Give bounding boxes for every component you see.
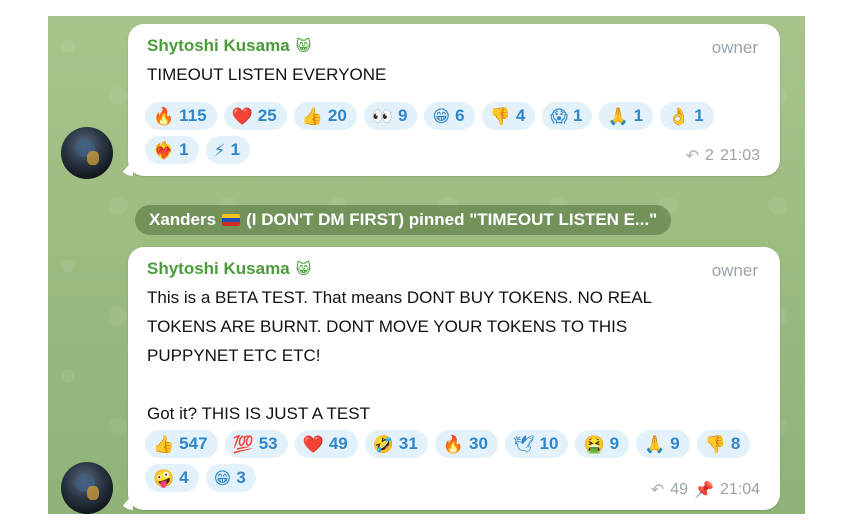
reaction-emoji-icon: 😱 (550, 106, 569, 126)
reply-count[interactable]: 49 (670, 481, 688, 499)
reaction-count: 53 (258, 434, 278, 453)
reaction-chip[interactable]: ❤️ 25 (223, 102, 287, 130)
sender-name[interactable]: Shytoshi Kusama 😸 (147, 259, 311, 279)
reaction-count: 547 (179, 434, 208, 453)
message-bubble[interactable]: Shytoshi Kusama 😸 owner This is a BETA T… (119, 247, 780, 510)
reaction-emoji-icon: 👍 (153, 434, 175, 454)
reaction-emoji-icon: 👌 (668, 106, 690, 126)
chat-area: Shytoshi Kusama 😸 owner TIMEOUT LISTEN E… (48, 16, 805, 514)
pinned-service-message[interactable]: Xanders (I DON'T DM FIRST) pinned "TIMEO… (135, 205, 672, 235)
venezuela-flag-icon (222, 214, 241, 226)
reaction-emoji-icon: 🤪 (153, 468, 175, 488)
reaction-chip[interactable]: 🔥 30 (434, 430, 498, 458)
reaction-emoji-icon: 🙏 (644, 434, 666, 454)
reactions-row: 🔥 115 ❤️ 25 👍 20 👀 9 😁 6 👎 4 😱 1 🙏 1 👌 1 ❤️‍🔥 1 ⚡ 1 (145, 102, 765, 164)
service-user-name[interactable]: Xanders (149, 210, 216, 230)
reaction-emoji-icon: ❤️ (231, 106, 253, 126)
reaction-count: 1 (633, 106, 644, 125)
reaction-emoji-icon: 🕊 (512, 434, 535, 454)
avatar-art (87, 486, 99, 500)
sender-emoji: 😸 (295, 38, 312, 55)
reaction-emoji-icon: 👎 (704, 434, 726, 454)
bubble-tail (119, 160, 133, 176)
reaction-emoji-icon: ❤️ (302, 434, 324, 454)
reaction-chip[interactable]: ❤️‍🔥 1 (145, 136, 199, 164)
reaction-chip[interactable]: 👎 4 (481, 102, 536, 130)
reaction-count: 9 (609, 434, 620, 453)
reaction-emoji-icon: 🙏 (607, 106, 629, 126)
message-time: 21:04 (719, 481, 760, 498)
reaction-emoji-icon: 🤣 (372, 434, 394, 454)
sender-name-text[interactable]: Shytoshi Kusama (147, 36, 290, 56)
reaction-count: 3 (236, 468, 246, 487)
message-time: 21:03 (719, 147, 760, 164)
reaction-chip[interactable]: 🙏 1 (599, 102, 654, 130)
reaction-count: 4 (515, 106, 526, 125)
reaction-count: 10 (539, 434, 559, 453)
reaction-emoji-icon: 😁 (213, 468, 232, 488)
reaction-chip[interactable]: 🔥 115 (145, 102, 217, 130)
reaction-count: 8 (730, 434, 741, 453)
reaction-emoji-icon: 👍 (301, 106, 323, 126)
reaction-count: 1 (694, 106, 704, 125)
bubble-tail (119, 494, 133, 510)
reply-count[interactable]: 2 (705, 147, 714, 165)
reaction-chip[interactable]: 😁 6 (424, 102, 475, 130)
reaction-count: 1 (230, 140, 241, 159)
reaction-emoji-icon: 🔥 (153, 106, 175, 126)
reaction-emoji-icon: ❤️‍🔥 (153, 140, 175, 160)
reaction-emoji-icon: 😁 (432, 106, 451, 126)
reaction-count: 6 (455, 106, 465, 125)
reaction-chip[interactable]: 👌 1 (660, 102, 714, 130)
reaction-chip[interactable]: 😱 1 (542, 102, 593, 130)
reaction-count: 30 (469, 434, 488, 453)
sender-name-text[interactable]: Shytoshi Kusama (147, 259, 290, 279)
reaction-count: 49 (328, 434, 348, 453)
reaction-emoji-icon: 🔥 (442, 434, 464, 454)
reaction-chip[interactable]: 🤮 9 (575, 430, 630, 458)
reaction-chip[interactable]: 👍 20 (293, 102, 357, 130)
reaction-count: 1 (573, 106, 583, 125)
service-text: (I DON'T DM FIRST) pinned "TIMEOUT LISTE… (246, 210, 658, 229)
reaction-chip[interactable]: 👍 547 (145, 430, 218, 458)
reaction-emoji-icon: 🤮 (583, 434, 605, 454)
reaction-chip[interactable]: 👀 9 (363, 102, 418, 130)
reaction-count: 4 (179, 468, 189, 487)
reply-arrow-icon[interactable]: ↶ (686, 146, 699, 166)
pin-icon: 📌 (694, 482, 714, 499)
reaction-count: 9 (397, 106, 408, 125)
reply-arrow-icon[interactable]: ↶ (651, 480, 664, 500)
reaction-count: 115 (179, 106, 207, 125)
reaction-chip[interactable]: 🤪 4 (145, 464, 199, 492)
sender-name[interactable]: Shytoshi Kusama 😸 (147, 36, 311, 56)
message-text: This is a BETA TEST. That means DONT BUY… (147, 288, 653, 423)
reaction-emoji-icon: 💯 (232, 434, 254, 454)
sender-emoji: 😸 (295, 261, 312, 278)
avatar[interactable] (61, 127, 113, 179)
reaction-emoji-icon: ⚡ (213, 140, 226, 160)
message-text: TIMEOUT LISTEN EVERYONE (147, 65, 387, 84)
avatar-art (87, 151, 99, 165)
reaction-count: 20 (327, 106, 347, 125)
reaction-chip[interactable]: 👎 8 (696, 430, 751, 458)
reaction-emoji-icon: 👎 (489, 106, 511, 126)
reaction-chip[interactable]: ⚡ 1 (205, 136, 251, 164)
reaction-count: 25 (257, 106, 277, 125)
message-meta: ↶ 2 21:03 (686, 146, 760, 166)
reaction-count: 1 (179, 140, 189, 159)
reaction-chip[interactable]: 🤣 31 (364, 430, 428, 458)
owner-badge: owner (711, 38, 758, 57)
avatar[interactable] (61, 462, 113, 514)
reaction-chip[interactable]: 😁 3 (205, 464, 256, 492)
reaction-chip[interactable]: 🙏 9 (636, 430, 690, 458)
reaction-chip[interactable]: 🕊 10 (504, 430, 569, 458)
reaction-count: 31 (398, 434, 418, 453)
reaction-chip[interactable]: 💯 53 (224, 430, 288, 458)
reaction-count: 9 (670, 434, 680, 453)
message-bubble[interactable]: Shytoshi Kusama 😸 owner TIMEOUT LISTEN E… (119, 24, 780, 176)
reaction-emoji-icon: 👀 (371, 106, 393, 126)
reaction-chip[interactable]: ❤️ 49 (294, 430, 358, 458)
owner-badge: owner (711, 261, 758, 280)
message-meta: ↶ 49 📌 21:04 (651, 480, 760, 500)
